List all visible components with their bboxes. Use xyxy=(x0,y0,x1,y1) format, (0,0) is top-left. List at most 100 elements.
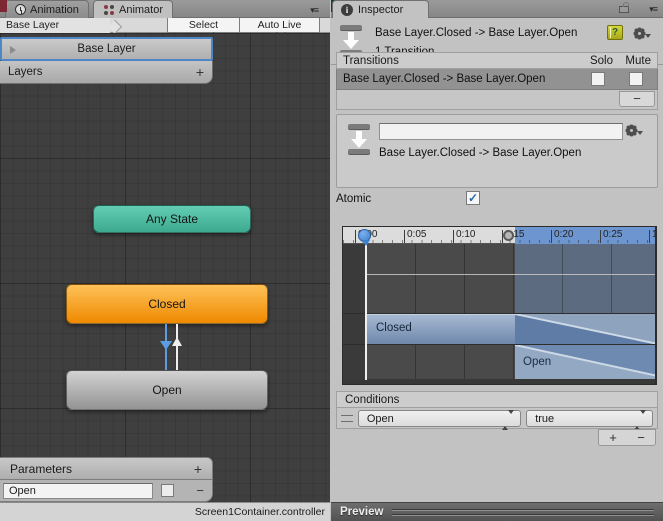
conditions-header: Conditions xyxy=(336,391,658,408)
transition-detail-box: Base Layer.Closed -> Base Layer.Open xyxy=(336,114,658,188)
transition-name-field[interactable] xyxy=(379,123,623,140)
layers-header: Layers + xyxy=(0,61,213,84)
layer-row-base-layer[interactable]: Base Layer xyxy=(0,37,213,61)
remove-parameter-button[interactable]: − xyxy=(196,483,204,498)
conditions-footer: + − xyxy=(336,429,658,448)
node-open-label: Open xyxy=(152,383,182,397)
timeline-ruler[interactable]: 0:00 0:05 0:10 0:15 0:20 0:25 1 xyxy=(343,227,655,244)
dropdown-arrows-icon xyxy=(634,409,646,430)
transition-open-to-closed[interactable] xyxy=(176,324,178,370)
tab-animator[interactable]: Animator xyxy=(93,0,174,18)
breadcrumb-arrow-icon xyxy=(107,19,123,34)
header-gear-icon[interactable] xyxy=(635,28,651,38)
node-open[interactable]: Open xyxy=(66,370,268,410)
conditions-header-label: Conditions xyxy=(345,393,400,406)
clip-closed-label: Closed xyxy=(376,322,412,334)
parameter-name-field[interactable]: Open xyxy=(3,482,153,499)
animator-nodes-icon xyxy=(104,4,108,9)
add-parameter-button[interactable]: + xyxy=(194,462,202,476)
tab-animator-label: Animator xyxy=(119,3,164,16)
transition-list-row[interactable]: Base Layer.Closed -> Base Layer.Open xyxy=(336,69,658,90)
tab-inspector[interactable]: i Inspector xyxy=(332,0,429,18)
solo-column-label: Solo xyxy=(589,54,613,67)
tab-inspector-label: Inspector xyxy=(358,3,404,16)
tick-2: 0:10 xyxy=(456,229,476,240)
clip-bar-closed[interactable]: Closed xyxy=(367,314,515,344)
timeline-bottom-strip xyxy=(343,379,655,384)
inspector-tabbar: i Inspector ▾≡ xyxy=(331,0,663,18)
remove-transition-button[interactable]: − xyxy=(619,91,655,107)
preview-drag-handle[interactable] xyxy=(392,509,654,515)
select-graph-button[interactable]: Select Graph xyxy=(167,18,240,43)
playhead-pin[interactable] xyxy=(358,229,371,246)
atomic-label: Atomic xyxy=(336,193,372,205)
transitions-list-header: Transitions Solo Mute xyxy=(336,52,658,69)
add-condition-button[interactable]: + xyxy=(609,430,617,445)
parameters-header-label: Parameters xyxy=(10,461,73,476)
help-icon[interactable]: ? xyxy=(607,25,623,40)
conditions-add-remove: + − xyxy=(598,429,656,446)
blend-curve-line xyxy=(367,274,655,275)
condition-parameter-dropdown[interactable]: Open xyxy=(357,409,522,430)
mute-column-label: Mute xyxy=(625,54,651,67)
add-layer-button[interactable]: + xyxy=(196,65,204,79)
parameter-bool-checkbox[interactable] xyxy=(161,484,174,497)
animator-status-bar: Screen1Container.controller xyxy=(0,502,330,521)
node-closed-label: Closed xyxy=(148,297,186,311)
drag-handle-icon[interactable] xyxy=(341,414,353,422)
preview-bar[interactable]: Preview xyxy=(331,502,663,521)
timeline-preroll xyxy=(343,244,367,384)
lock-icon[interactable] xyxy=(619,2,629,13)
state-machine-grid[interactable]: Any State Closed Open xyxy=(0,33,330,502)
transition-timeline[interactable]: Closed Open 0:00 0:05 0:10 0:15 0:20 xyxy=(342,226,657,385)
tick-5: 0:25 xyxy=(603,229,623,240)
tab-animation[interactable]: Animation xyxy=(5,0,89,18)
node-any-state[interactable]: Any State xyxy=(93,205,251,233)
window-edge-artifact xyxy=(0,0,7,12)
transitions-list-footer: − xyxy=(336,90,658,110)
parameters-header: Parameters + xyxy=(0,457,213,480)
foldout-triangle-icon[interactable] xyxy=(10,46,16,54)
ruler-minor-ticks xyxy=(343,240,655,243)
controller-path-label: Screen1Container.controller xyxy=(194,506,325,518)
condition-value: true xyxy=(535,412,555,425)
inspector-panel: i Inspector ▾≡ Base Layer.Closed -> Base… xyxy=(331,0,663,521)
mute-checkbox[interactable] xyxy=(629,72,643,86)
transition-arrow-up-icon xyxy=(172,337,182,346)
panel-menu-icon[interactable]: ▾≡ xyxy=(310,5,319,16)
tick-6: 1 xyxy=(652,229,655,240)
auto-live-link-button[interactable]: Auto Live Link xyxy=(239,18,320,43)
transition-start-handle-icon[interactable] xyxy=(503,230,514,241)
transitions-header-label: Transitions xyxy=(343,54,399,67)
condition-value-dropdown[interactable]: true xyxy=(526,409,653,430)
tick-1: 0:05 xyxy=(407,229,427,240)
transition-row-label: Base Layer.Closed -> Base Layer.Open xyxy=(343,73,546,85)
breadcrumb[interactable]: Base Layer xyxy=(0,18,110,33)
preview-label: Preview xyxy=(340,506,384,518)
info-icon: i xyxy=(341,3,353,16)
clip-open-label: Open xyxy=(523,356,552,368)
transition-detail-icon xyxy=(347,123,371,155)
closed-fadeout-shape xyxy=(515,314,655,344)
parameter-row: Open − xyxy=(0,480,213,502)
atomic-row: Atomic ✓ xyxy=(336,191,658,207)
node-closed[interactable]: Closed xyxy=(66,284,268,324)
atomic-checkbox[interactable]: ✓ xyxy=(466,191,480,205)
tick-4: 0:20 xyxy=(554,229,574,240)
layers-header-label: Layers xyxy=(8,66,43,78)
detail-gear-icon[interactable] xyxy=(627,125,643,135)
condition-parameter-value: Open xyxy=(366,412,394,425)
solo-checkbox[interactable] xyxy=(591,72,605,86)
inspector-menu-icon[interactable]: ▾≡ xyxy=(649,4,658,15)
animator-tabbar: Animation Animator ▾≡ xyxy=(0,0,330,18)
animator-panel: Animation Animator ▾≡ Base Layer Select … xyxy=(0,0,330,521)
inspector-title: Base Layer.Closed -> Base Layer.Open xyxy=(375,27,578,39)
transition-detail-label: Base Layer.Closed -> Base Layer.Open xyxy=(379,147,582,159)
node-any-state-label: Any State xyxy=(145,212,199,226)
layer-row-label: Base Layer xyxy=(77,43,136,55)
condition-row: Open true xyxy=(336,408,658,430)
clock-icon xyxy=(15,4,26,15)
remove-condition-button[interactable]: − xyxy=(637,430,645,445)
transition-arrow-down-icon xyxy=(160,341,172,350)
playhead-line xyxy=(365,243,367,380)
